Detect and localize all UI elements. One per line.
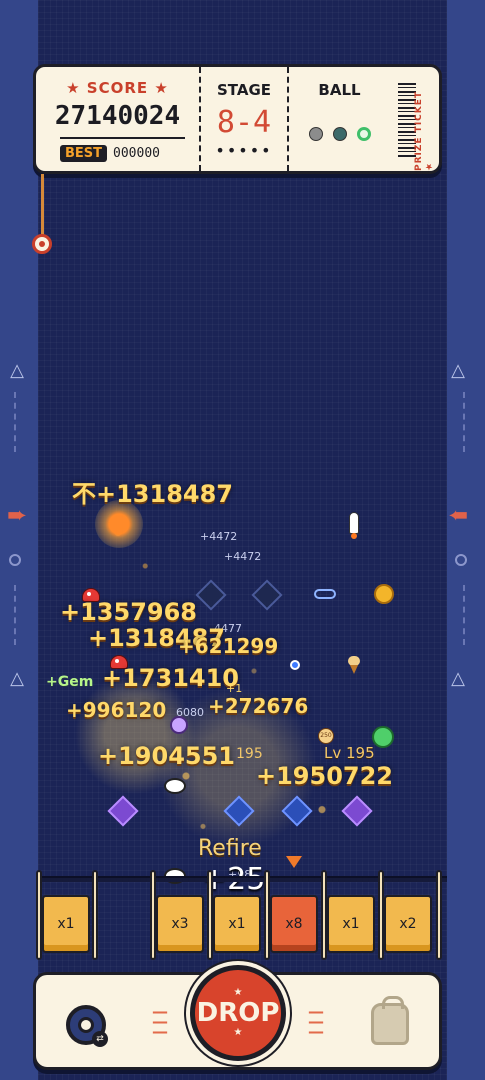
- score-popup: +272676: [208, 694, 309, 718]
- score-popup-value: +1318487: [96, 480, 234, 508]
- right-rail-dot: [455, 554, 467, 566]
- drop-star-icon-2: ★: [233, 1027, 243, 1038]
- blue-dot-icon: [290, 660, 300, 670]
- left-arrow-icon: ➨: [6, 501, 28, 529]
- ball-section: BALL: [287, 67, 390, 171]
- left-rail-dash-2: [14, 585, 16, 645]
- gem-popup: +Gem: [46, 674, 94, 690]
- left-rail-dash: [14, 392, 16, 452]
- score-divider: [60, 137, 185, 139]
- multiplier-bin: x1: [327, 895, 375, 953]
- glasses-icon: [314, 589, 336, 599]
- right-up-triangle-icon: △: [451, 360, 465, 381]
- multiplier-bin: x3: [156, 895, 204, 953]
- left-up-triangle-icon-2: △: [10, 668, 24, 689]
- score-popup: +621299: [178, 634, 279, 658]
- icecream-icon: [348, 656, 360, 674]
- drop-star-icon: ★: [233, 987, 243, 998]
- level-popup: Lv 195: [324, 744, 375, 762]
- drop-button[interactable]: ★ DROP ★: [190, 965, 286, 1061]
- bin-wall: [92, 870, 98, 960]
- score-popup: +1731410: [102, 664, 240, 692]
- refire-popup: Refire: [198, 836, 262, 861]
- score-value: 27140024: [54, 101, 181, 131]
- small-score-popup: +4472: [200, 530, 238, 543]
- green-ring-ball-icon: [356, 127, 371, 141]
- bin-rail: [38, 876, 447, 882]
- multiplier-bin-hot: x8: [270, 895, 318, 953]
- ball-queue: [289, 127, 390, 141]
- spark-left-icon: — — —: [152, 1002, 168, 1041]
- settings-badge-icon: ⇄: [92, 1031, 108, 1047]
- stage-value: 8-4: [216, 105, 272, 140]
- settings-gear-icon[interactable]: ⇄: [66, 1005, 108, 1047]
- drop-label: DROP: [196, 998, 280, 1028]
- game-frame: △ ➨ △ △ ➨ △ ★ SCORE ★ 27140024 BEST 0000…: [0, 0, 485, 1080]
- right-arrow-icon: ➨: [447, 501, 469, 529]
- score-popup: +1357968: [60, 598, 198, 626]
- best-value: 000000: [113, 146, 160, 161]
- left-up-triangle-icon: △: [10, 360, 24, 381]
- small-score-popup: +4472: [224, 550, 262, 563]
- stage-label: STAGE: [216, 81, 272, 99]
- multiplier-bin: x2: [384, 895, 432, 953]
- best-badge: BEST: [60, 145, 108, 162]
- right-rail: [447, 0, 485, 1080]
- bin-wall: [436, 870, 442, 960]
- left-rail-dot: [9, 554, 21, 566]
- teal-ball-icon: [332, 127, 347, 141]
- launch-cord-knob[interactable]: [32, 234, 52, 254]
- small-score-popup: 6080: [176, 706, 204, 719]
- score-popup-prefix: 不: [72, 480, 96, 508]
- stage-section: STAGE 8-4 •••••: [199, 67, 287, 171]
- backpack-icon[interactable]: [371, 996, 409, 1045]
- right-up-triangle-icon-2: △: [451, 668, 465, 689]
- best-score: BEST 000000: [60, 145, 160, 162]
- coin-icon: [374, 584, 394, 604]
- score-label: ★ SCORE ★: [66, 79, 169, 97]
- right-rail-dash: [463, 392, 465, 452]
- score-popup: +1904551: [98, 742, 236, 770]
- spark-right-icon: — — —: [308, 1002, 324, 1041]
- stage-progress-dots: •••••: [215, 141, 273, 160]
- score-ticket: ★ SCORE ★ 27140024 BEST 000000 STAGE 8-4…: [33, 64, 442, 174]
- egg-icon: [164, 778, 186, 794]
- prize-ticket-label: PRIZE TICKET ★: [414, 90, 434, 171]
- score-popup: +1950722: [256, 762, 394, 790]
- bottom-control-bar: ⇄ — — — ★ DROP ★ — — —: [33, 965, 442, 1070]
- score-section: ★ SCORE ★ 27140024 BEST 000000: [36, 67, 199, 171]
- coin-250-icon: 250: [318, 728, 334, 744]
- grey-ball-icon: [308, 127, 323, 141]
- right-rail-dash-2: [463, 585, 465, 645]
- rocket-icon: [349, 512, 359, 539]
- green-ball-icon: [372, 726, 394, 748]
- score-popup: +996120: [66, 698, 167, 722]
- prize-ticket-section: PRIZE TICKET ★: [390, 67, 442, 171]
- ball-label: BALL: [318, 81, 361, 99]
- small-score-popup: 195: [236, 746, 263, 762]
- orange-triangle-icon: [286, 856, 302, 868]
- multiplier-bin: x1: [213, 895, 261, 953]
- multiplier-bin: x1: [42, 895, 90, 953]
- launch-cord[interactable]: [41, 174, 44, 236]
- score-popup: 不+1318487: [72, 474, 233, 509]
